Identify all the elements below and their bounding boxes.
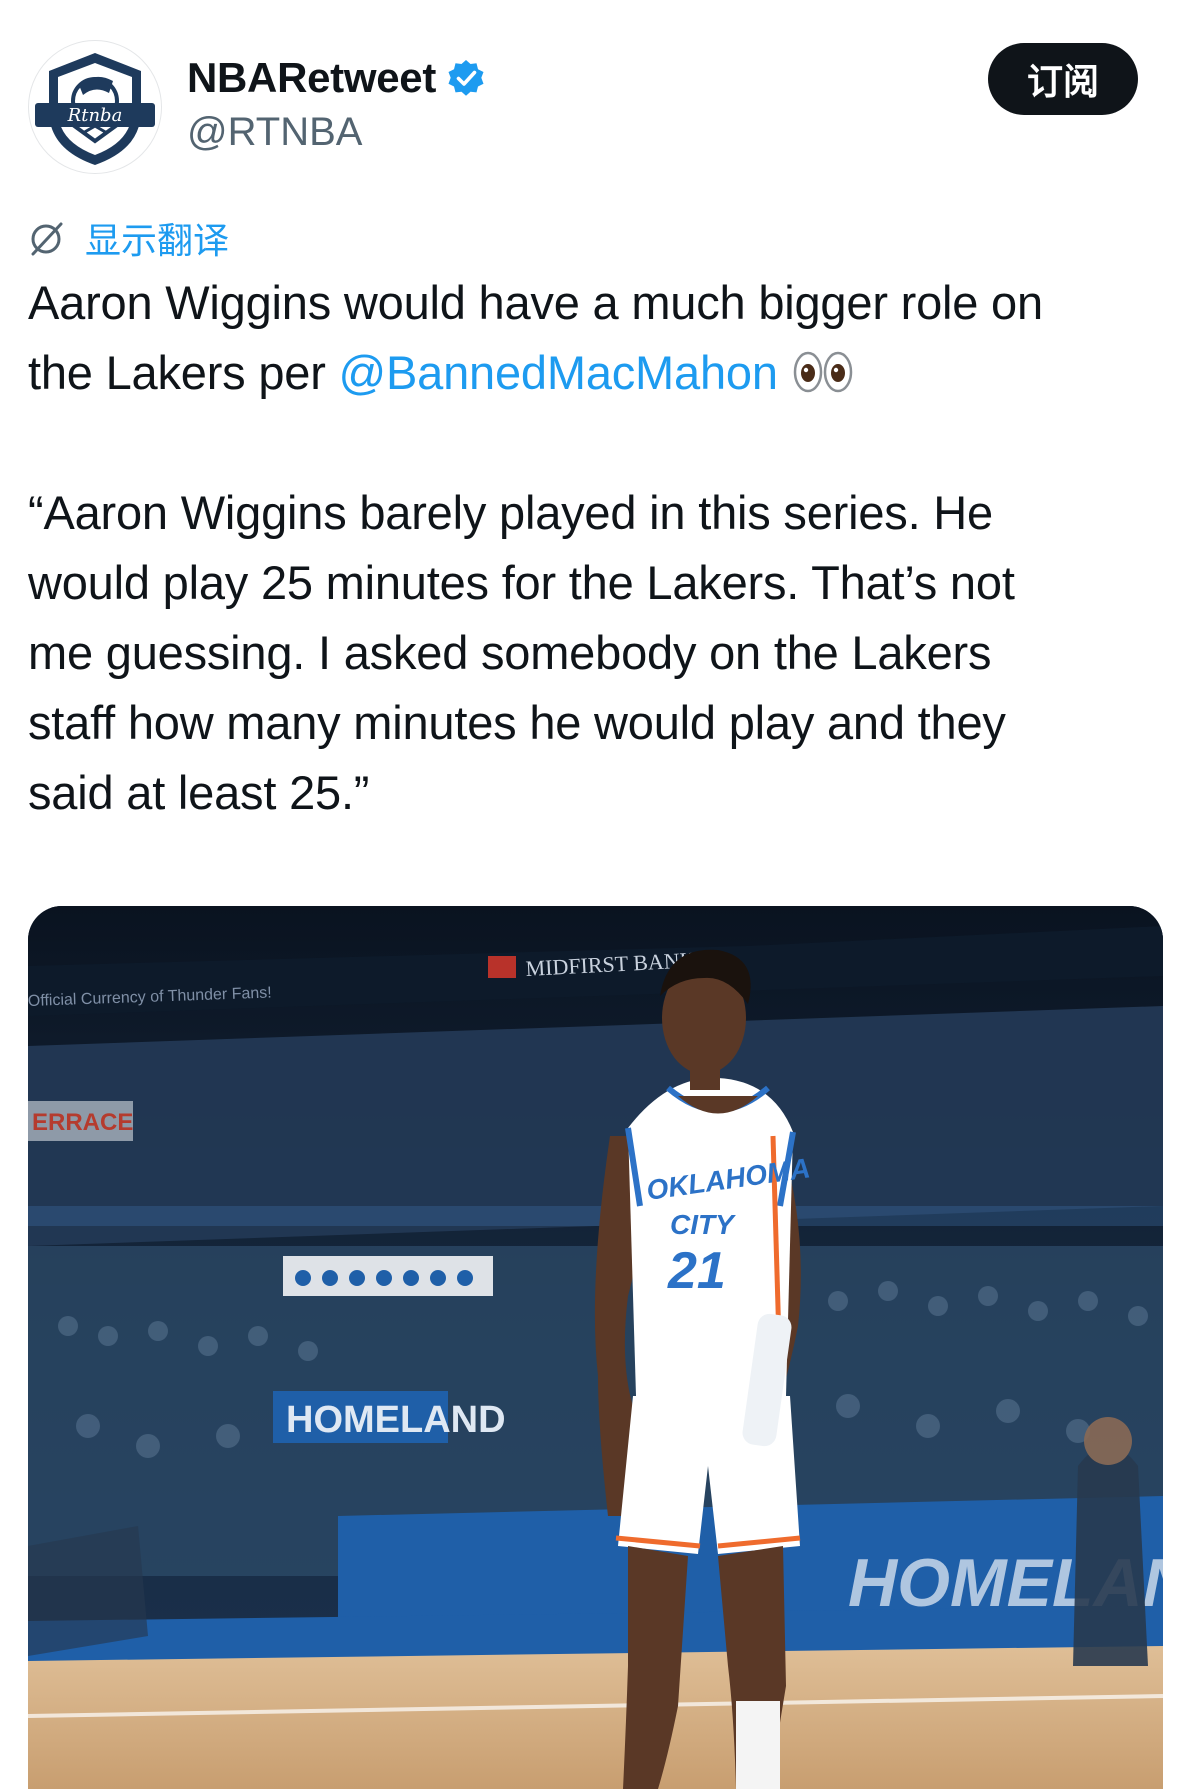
jersey-number: 21 [667, 1242, 726, 1300]
translate-globe-icon [31, 222, 63, 256]
photo-basketball-player: Official Currency of Thunder Fans! MIDFI… [28, 906, 1163, 1789]
quote-line-1: “Aaron Wiggins barely played in this ser… [28, 486, 993, 539]
quote-line-5: said at least 25.” [28, 766, 370, 819]
quote-line-4: staff how many minutes he would play and… [28, 696, 1006, 749]
tweet-line-2-prefix: the Lakers per [28, 346, 339, 399]
jersey-team-line-2: CITY [670, 1209, 736, 1240]
show-translation-link[interactable]: 显示翻译 [27, 212, 229, 264]
author-display-name[interactable]: NBARetweet [187, 54, 436, 102]
author-avatar[interactable]: Rtnba [28, 40, 162, 174]
tweet-header: Rtnba NBARetweet @RTNBA 订阅 [0, 0, 1179, 190]
author-handle[interactable]: @RTNBA [187, 110, 486, 155]
quote-line-2: would play 25 minutes for the Lakers. Th… [28, 556, 1015, 609]
author-names: NBARetweet @RTNBA [187, 52, 486, 155]
mention-link[interactable]: @BannedMacMahon [339, 346, 778, 399]
tweet-line-1: Aaron Wiggins would have a much bigger r… [28, 276, 1043, 329]
terrace-sign-text: ERRACE [32, 1109, 133, 1136]
tweet-photo[interactable]: Official Currency of Thunder Fans! MIDFI… [28, 906, 1163, 1789]
rtnba-logo: Rtnba [35, 49, 155, 165]
avatar-logo-text: Rtnba [67, 105, 123, 126]
quote-line-3: me guessing. I asked somebody on the Lak… [28, 626, 992, 679]
show-translation-label: 显示翻译 [85, 221, 230, 262]
homeland-sign-text: HOMELAND [286, 1399, 506, 1441]
tweet-text: Aaron Wiggins would have a much bigger r… [28, 268, 1158, 828]
tweet-line-2: the Lakers per @BannedMacMahon [28, 338, 1158, 408]
subscribe-button[interactable]: 订阅 [988, 43, 1138, 115]
verified-badge-icon[interactable] [446, 58, 486, 98]
eyes-emoji-icon [793, 351, 853, 393]
display-name-row: NBARetweet [187, 52, 486, 104]
